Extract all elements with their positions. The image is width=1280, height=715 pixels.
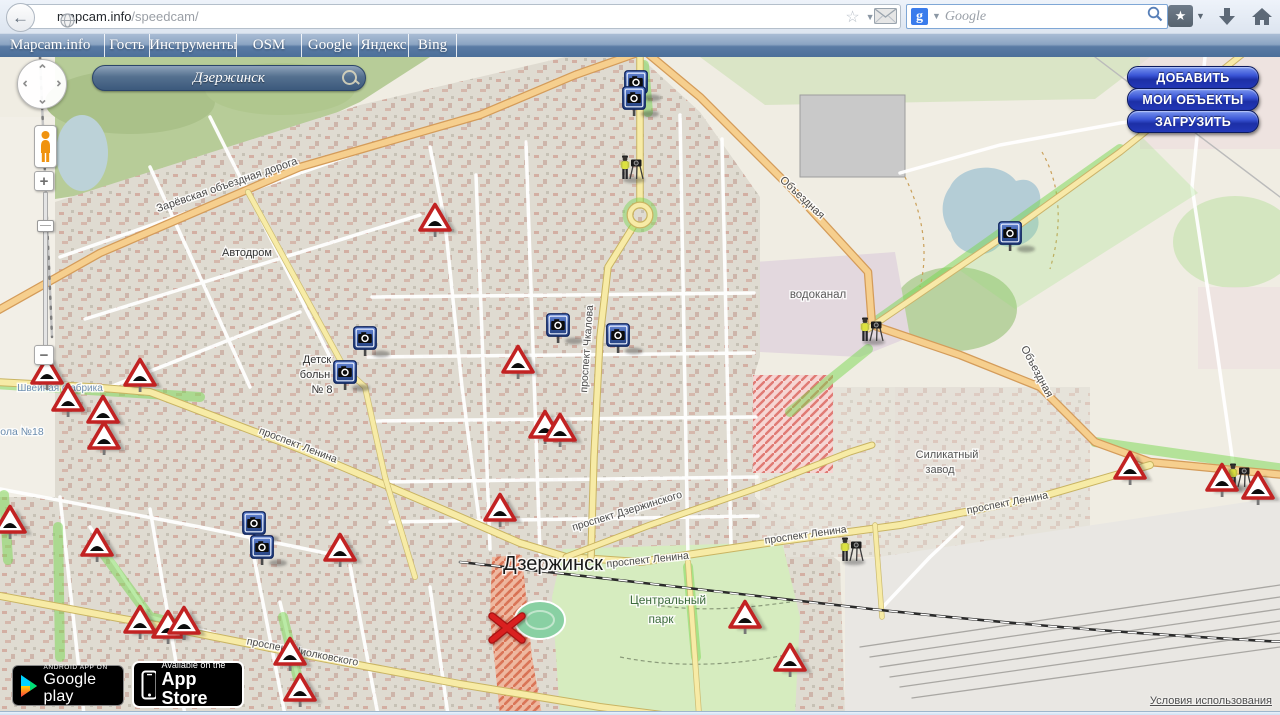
menu-item-bing[interactable]: Bing: [409, 34, 457, 57]
download-button[interactable]: ЗАГРУЗИТЬ: [1127, 110, 1259, 133]
pegman-control[interactable]: [34, 125, 57, 168]
map-label: № 8: [312, 384, 333, 396]
pan-left-icon[interactable]: ⌃: [22, 78, 35, 89]
bookmark-star-icon[interactable]: ☆: [845, 10, 859, 26]
pegman-icon: [37, 130, 54, 164]
app-store-badge[interactable]: Available on theApp Store: [132, 661, 244, 708]
bottom-edge-strip: [0, 711, 1280, 715]
map-viewport[interactable]: Зарёвская объездная дорогаОбъезднаяОбъез…: [0, 57, 1280, 715]
google-play-badge[interactable]: ANDROID APP ONGoogle play: [12, 665, 124, 706]
map-label: Силикатный: [916, 449, 979, 461]
app-store-phone-icon: [141, 670, 156, 700]
zoom-out-button[interactable]: −: [34, 345, 54, 365]
menu-item-yandex[interactable]: Яндекс: [359, 34, 409, 57]
map-canvas[interactable]: Зарёвская объездная дорогаОбъезднаяОбъез…: [0, 57, 1280, 715]
pan-control[interactable]: ⌃ ⌃ ⌃ ⌃: [17, 59, 67, 109]
browser-window: ← mapcam.info/speedcam/ ☆ ▼ ↻ g ▼ Google…: [0, 0, 1280, 715]
map-label: Автодром: [222, 247, 272, 259]
web-search-field[interactable]: g ▼ Google: [906, 4, 1168, 29]
downloads-button[interactable]: [1216, 6, 1238, 32]
pan-down-icon[interactable]: ⌃: [37, 92, 48, 105]
url-bar[interactable]: mapcam.info/speedcam/ ☆ ▼ ↻: [20, 4, 901, 29]
home-button[interactable]: [1251, 6, 1273, 32]
map-label: Детск: [303, 354, 332, 366]
app-store-bottom-text: App Store: [162, 670, 235, 708]
map-label: больн: [300, 369, 330, 381]
google-play-bottom-text: Google play: [43, 672, 117, 706]
bookmarks-caret-icon[interactable]: ▼: [1196, 12, 1205, 21]
map-label: ола №18: [0, 426, 44, 438]
pan-right-icon[interactable]: ⌃: [49, 78, 62, 89]
mail-icon[interactable]: [874, 8, 897, 29]
google-logo-icon[interactable]: g: [911, 8, 928, 25]
menu-filler: [457, 34, 1280, 57]
zoom-in-button[interactable]: +: [34, 171, 54, 191]
bookmarks-menu-button[interactable]: ★: [1168, 5, 1193, 27]
map-search-value: Дзержинск: [193, 70, 265, 87]
map-label: завод: [925, 464, 955, 476]
map-label: Центральный: [630, 593, 706, 607]
add-object-button[interactable]: ДОБАВИТЬ: [1127, 66, 1259, 89]
browser-toolbar: ← mapcam.info/speedcam/ ☆ ▼ ↻ g ▼ Google…: [0, 0, 1280, 34]
my-objects-button[interactable]: МОИ ОБЪЕКТЫ: [1127, 88, 1259, 111]
site-menu-bar: Mapcam.info Гость Инструменты OSM Google…: [0, 33, 1280, 57]
zoom-slider-track[interactable]: [43, 192, 48, 347]
site-globe-icon: [60, 13, 75, 33]
terms-of-use-link[interactable]: Условия использования: [1150, 695, 1272, 707]
bookmarks-star-icon: ★: [1175, 8, 1187, 24]
map-label: Дзержинск: [503, 553, 603, 575]
map-label: парк: [648, 612, 674, 626]
google-play-icon: [19, 674, 37, 698]
menu-item-mapcam[interactable]: Mapcam.info: [0, 34, 105, 57]
magnifier-icon[interactable]: [1147, 6, 1163, 27]
map-search-input[interactable]: Дзержинск: [92, 65, 366, 91]
search-placeholder: Google: [945, 9, 1143, 25]
map-search-magnifier-icon[interactable]: [342, 70, 357, 85]
back-button[interactable]: ←: [6, 3, 35, 32]
pan-up-icon[interactable]: ⌃: [37, 63, 48, 76]
zoom-slider-handle[interactable]: [37, 220, 54, 232]
map-label: водоканал: [790, 289, 846, 301]
menu-item-google[interactable]: Google: [302, 34, 359, 57]
menu-item-osm[interactable]: OSM: [237, 34, 302, 57]
url-text: mapcam.info/speedcam/: [57, 9, 199, 24]
back-arrow-icon: ←: [12, 9, 29, 26]
menu-item-tools[interactable]: Инструменты: [150, 34, 237, 57]
search-engine-dropdown-icon[interactable]: ▼: [932, 12, 941, 21]
menu-item-guest[interactable]: Гость: [105, 34, 150, 57]
